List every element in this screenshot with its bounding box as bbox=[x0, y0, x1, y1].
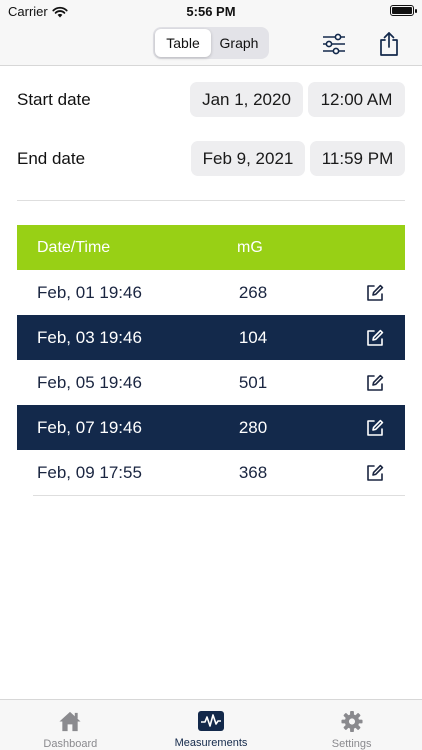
column-header-datetime: Date/Time bbox=[37, 239, 111, 256]
start-date-label: Start date bbox=[17, 90, 91, 109]
tab-settings[interactable]: Settings bbox=[281, 700, 422, 750]
row-datetime: Feb, 07 19:46 bbox=[37, 418, 142, 437]
tab-dashboard[interactable]: Dashboard bbox=[0, 700, 141, 750]
waveform-icon bbox=[198, 711, 224, 731]
tab-label: Settings bbox=[331, 738, 372, 750]
column-header-mg: mG bbox=[237, 239, 263, 256]
gear-icon bbox=[341, 710, 363, 733]
edit-icon[interactable] bbox=[365, 418, 385, 438]
row-datetime: Feb, 03 19:46 bbox=[37, 328, 142, 347]
edit-icon[interactable] bbox=[365, 328, 385, 348]
start-time-picker[interactable]: 12:00 AM bbox=[308, 82, 405, 117]
segment-table[interactable]: Table bbox=[155, 29, 211, 57]
status-bar: Carrier 5:56 PM bbox=[0, 0, 422, 22]
start-date-picker[interactable]: Jan 1, 2020 bbox=[190, 82, 303, 117]
row-value: 501 bbox=[238, 373, 268, 392]
table-row[interactable]: Feb, 07 19:46 280 bbox=[17, 405, 405, 450]
start-date-row: Start date Jan 1, 2020 12:00 AM bbox=[0, 82, 422, 118]
end-date-row: End date Feb 9, 2021 11:59 PM bbox=[0, 141, 422, 177]
row-value: 280 bbox=[238, 418, 268, 437]
row-value: 368 bbox=[238, 463, 268, 482]
tab-measurements[interactable]: Measurements bbox=[141, 700, 282, 750]
house-icon bbox=[59, 711, 81, 732]
share-icon[interactable] bbox=[375, 30, 403, 58]
measurements-table: Date/Time mG Feb, 01 19:46 268 Feb, 03 1… bbox=[17, 225, 405, 496]
view-segmented-control: Table Graph bbox=[153, 27, 269, 59]
tab-bar: Dashboard Measurements Settings bbox=[0, 699, 422, 750]
table-row[interactable]: Feb, 01 19:46 268 bbox=[17, 270, 405, 315]
segment-graph[interactable]: Graph bbox=[211, 29, 267, 57]
table-header: Date/Time mG bbox=[17, 225, 405, 270]
nav-bar: Table Graph bbox=[0, 22, 422, 66]
table-row[interactable]: Feb, 09 17:55 368 bbox=[17, 450, 405, 495]
end-date-label: End date bbox=[17, 149, 86, 168]
row-datetime: Feb, 05 19:46 bbox=[37, 373, 142, 392]
tab-label: Dashboard bbox=[43, 738, 98, 750]
divider bbox=[17, 200, 405, 201]
sliders-icon[interactable] bbox=[320, 30, 348, 58]
row-datetime: Feb, 09 17:55 bbox=[37, 463, 142, 482]
tab-label: Measurements bbox=[174, 737, 248, 749]
table-bottom-divider bbox=[33, 495, 405, 496]
row-value: 104 bbox=[238, 328, 268, 347]
row-value: 268 bbox=[238, 283, 268, 302]
edit-icon[interactable] bbox=[365, 373, 385, 393]
battery-icon bbox=[390, 5, 417, 16]
table-row[interactable]: Feb, 05 19:46 501 bbox=[17, 360, 405, 405]
row-datetime: Feb, 01 19:46 bbox=[37, 283, 142, 302]
edit-icon[interactable] bbox=[365, 283, 385, 303]
end-date-picker[interactable]: Feb 9, 2021 bbox=[191, 141, 305, 176]
edit-icon[interactable] bbox=[365, 463, 385, 483]
end-time-picker[interactable]: 11:59 PM bbox=[310, 141, 405, 176]
clock: 5:56 PM bbox=[186, 4, 236, 19]
table-row[interactable]: Feb, 03 19:46 104 bbox=[17, 315, 405, 360]
